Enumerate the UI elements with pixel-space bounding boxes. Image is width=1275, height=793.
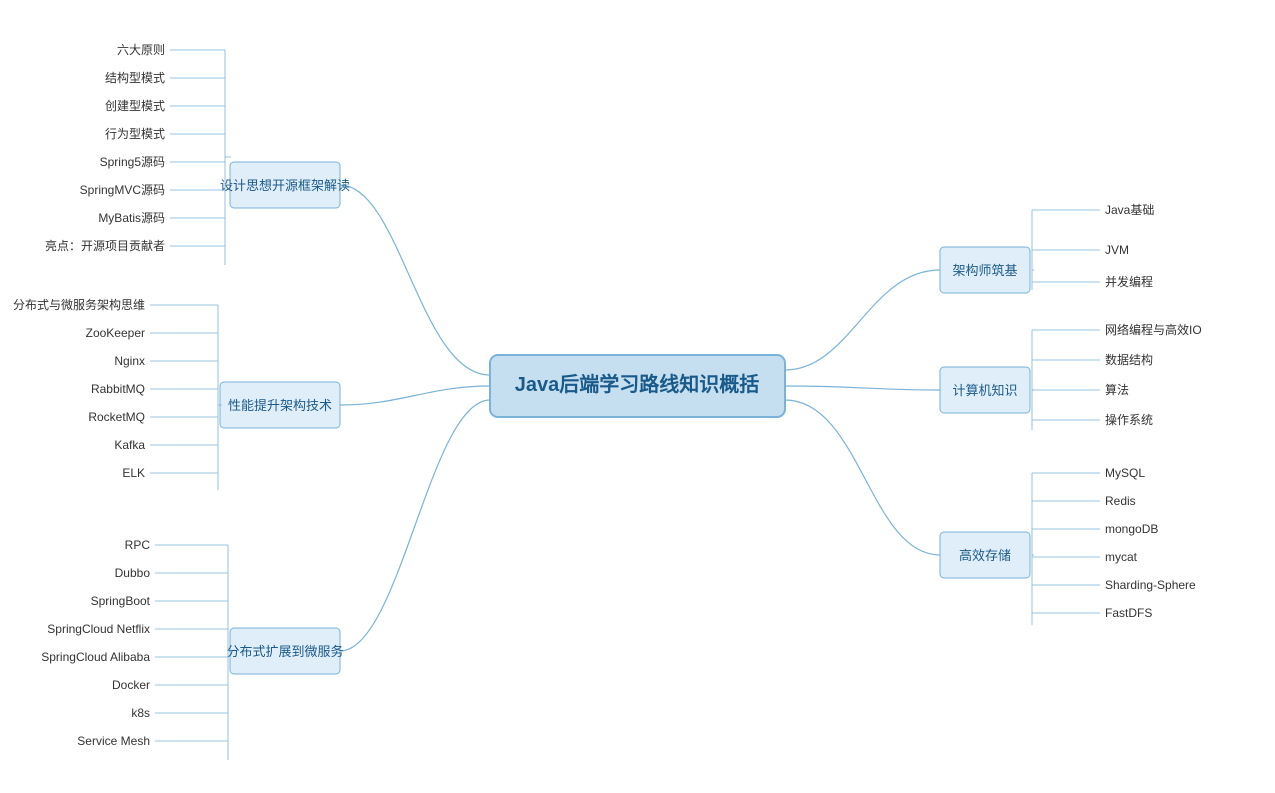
connector-storage	[785, 400, 940, 555]
leaf-comp-2: 数据结构	[1105, 352, 1153, 367]
connector-design	[340, 185, 490, 375]
leaf-perf-6: Kafka	[114, 438, 145, 452]
leaf-stor-5: Sharding-Sphere	[1105, 578, 1196, 592]
mind-map: Java后端学习路线知识概括 设计思想开源框架解读 六大原则 结构型模式 创建型…	[0, 0, 1275, 793]
leaf-design-7: MyBatis源码	[98, 211, 165, 225]
center-label: Java后端学习路线知识概括	[515, 372, 760, 396]
leaf-dist-1: RPC	[125, 538, 151, 552]
leaf-design-8: 亮点：开源项目贡献者	[45, 238, 165, 253]
connector-performance	[340, 386, 490, 405]
connector-architect	[785, 270, 940, 370]
leaf-perf-2: ZooKeeper	[86, 326, 145, 340]
leaf-arch-2: JVM	[1105, 243, 1129, 257]
leaf-dist-8: Service Mesh	[77, 734, 150, 748]
leaf-design-1: 六大原则	[117, 43, 165, 57]
leaf-dist-6: Docker	[112, 678, 150, 692]
leaf-arch-3: 并发编程	[1105, 274, 1153, 289]
leaf-perf-4: RabbitMQ	[91, 382, 145, 396]
leaf-design-6: SpringMVC源码	[80, 183, 165, 197]
leaf-dist-7: k8s	[131, 706, 150, 720]
leaf-design-3: 创建型模式	[105, 99, 165, 113]
leaf-stor-2: Redis	[1105, 494, 1136, 508]
branch-architect-label: 架构师筑基	[952, 263, 1017, 278]
branch-design-label: 设计思想开源框架解读	[220, 178, 350, 193]
leaf-design-4: 行为型模式	[105, 127, 165, 141]
leaf-design-5: Spring5源码	[100, 155, 165, 169]
leaf-dist-4: SpringCloud Netflix	[47, 622, 150, 636]
leaf-dist-5: SpringCloud Alibaba	[41, 650, 150, 664]
connector-distributed	[340, 400, 490, 651]
leaf-arch-1: Java基础	[1105, 203, 1154, 217]
connector-computer	[785, 386, 940, 390]
leaf-stor-1: MySQL	[1105, 466, 1145, 480]
leaf-comp-3: 算法	[1105, 382, 1129, 397]
leaf-design-2: 结构型模式	[105, 70, 165, 85]
branch-performance-label: 性能提升架构技术	[228, 398, 332, 413]
leaf-perf-7: ELK	[122, 466, 145, 480]
leaf-stor-3: mongoDB	[1105, 522, 1158, 536]
leaf-perf-1: 分布式与微服务架构思维	[13, 297, 145, 312]
leaf-comp-1: 网络编程与高效IO	[1105, 322, 1202, 337]
leaf-perf-3: Nginx	[114, 354, 145, 368]
branch-computer-label: 计算机知识	[952, 383, 1017, 398]
leaf-dist-2: Dubbo	[115, 566, 151, 580]
leaf-dist-3: SpringBoot	[91, 594, 151, 608]
leaf-stor-4: mycat	[1105, 550, 1138, 564]
leaf-perf-5: RocketMQ	[88, 410, 145, 424]
leaf-comp-4: 操作系统	[1105, 412, 1153, 427]
branch-storage-label: 高效存储	[959, 548, 1011, 563]
branch-distributed-label: 分布式扩展到微服务	[226, 644, 343, 659]
leaf-stor-6: FastDFS	[1105, 606, 1152, 620]
